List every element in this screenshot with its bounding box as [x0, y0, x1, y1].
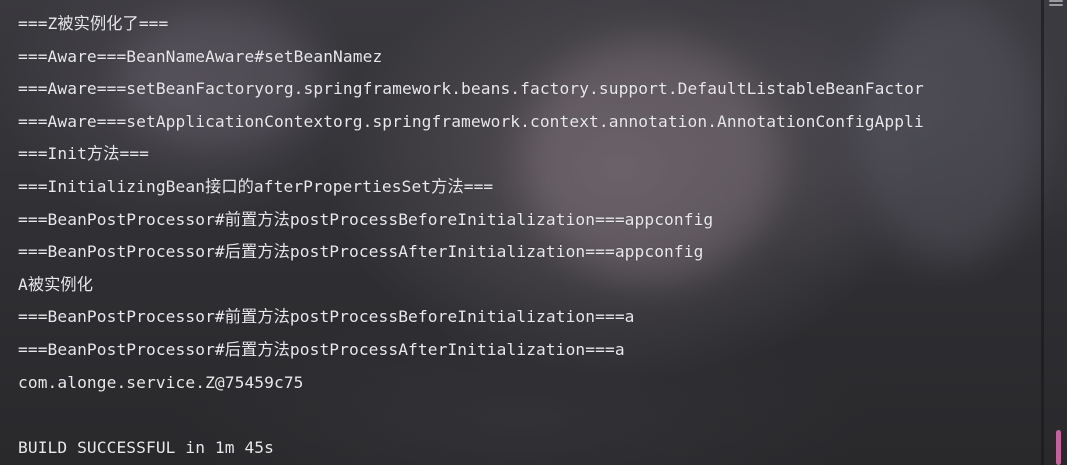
menu-handle-icon[interactable] — [1049, 0, 1063, 10]
console-lines: ===Z被实例化了=== ===Aware===BeanNameAware#se… — [18, 8, 1027, 464]
console-line: A被实例化 — [18, 274, 93, 294]
console-line: ===InitializingBean接口的afterPropertiesSet… — [18, 176, 494, 196]
scrollbar-thumb[interactable] — [1056, 430, 1061, 465]
console-line: ===Aware===setApplicationContextorg.spri… — [18, 111, 924, 131]
console-line: ===BeanPostProcessor#后置方法postProcessAfte… — [18, 339, 625, 359]
console-line: ===BeanPostProcessor#后置方法postProcessAfte… — [18, 242, 704, 262]
console-line: ===Aware===setBeanFactoryorg.springframe… — [18, 79, 924, 99]
console-output-panel[interactable]: ===Z被实例化了=== ===Aware===BeanNameAware#se… — [0, 0, 1067, 465]
console-line: ===Z被实例化了=== — [18, 14, 169, 33]
build-status-line: BUILD SUCCESSFUL in 1m 45s — [18, 437, 274, 457]
console-line: ===Aware===BeanNameAware#setBeanNamez — [18, 46, 383, 66]
console-line: ===Init方法=== — [18, 144, 150, 164]
console-line: com.alonge.service.Z@75459c75 — [18, 372, 304, 392]
console-line: ===BeanPostProcessor#前置方法postProcessBefo… — [18, 307, 635, 327]
console-line: ===BeanPostProcessor#前置方法postProcessBefo… — [18, 209, 714, 229]
vertical-scrollbar[interactable] — [1041, 0, 1067, 465]
